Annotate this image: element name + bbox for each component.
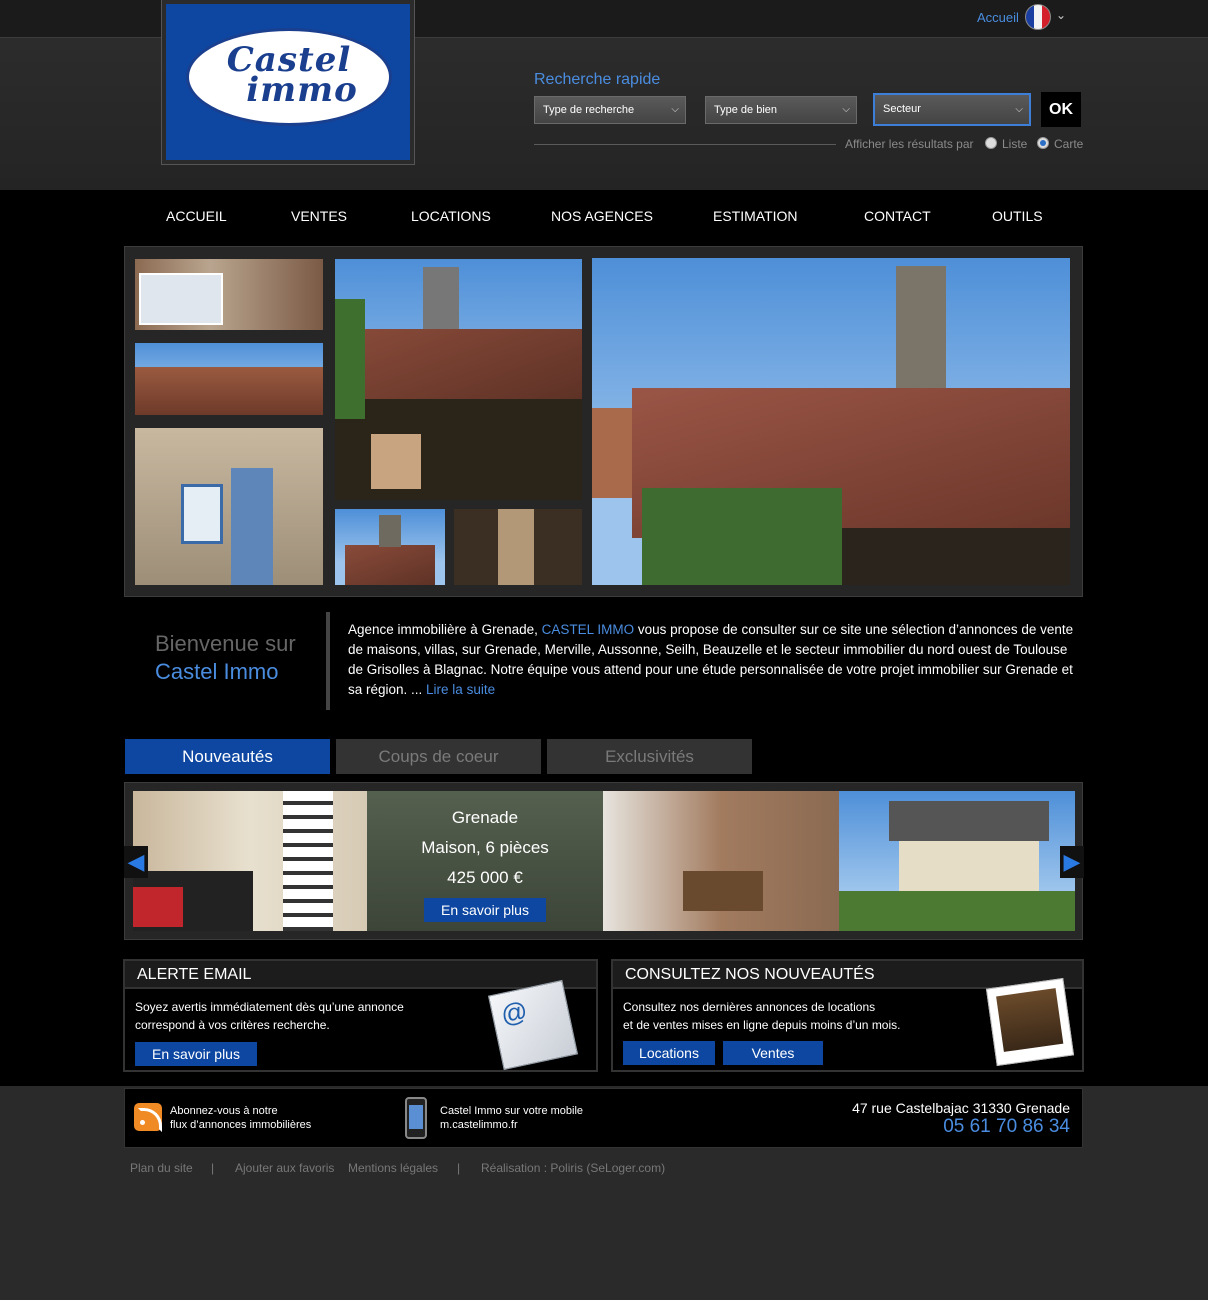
radio-list-label: Liste <box>1002 137 1028 151</box>
email-envelope-icon: @ <box>487 979 579 1071</box>
chevron-down-icon: ⌵ <box>842 104 850 115</box>
listing-photo-house[interactable] <box>839 791 1075 931</box>
type-recherche-value: Type de recherche <box>543 104 635 116</box>
secteur-value: Secteur <box>883 103 921 115</box>
accueil-link[interactable]: Accueil <box>977 10 1019 25</box>
secteur-select[interactable]: Secteur ⌵ <box>873 93 1031 126</box>
welcome-brand-link[interactable]: CASTEL IMMO <box>542 622 635 637</box>
welcome-separator <box>326 612 330 710</box>
featured-more-button[interactable]: En savoir plus <box>424 898 546 922</box>
alert-email-text-line1: Soyez avertis immédiatement dès qu’une a… <box>135 1000 404 1014</box>
logo-text: Castel immo <box>189 43 389 107</box>
nav-nos-agences[interactable]: NOS AGENCES <box>551 190 653 243</box>
chevron-down-icon[interactable]: ⌄ <box>1056 8 1066 22</box>
logo-oval: Castel immo <box>186 28 392 126</box>
welcome-line1: Bienvenue sur <box>155 631 296 656</box>
nav-ventes[interactable]: VENTES <box>291 190 347 243</box>
logo[interactable]: Castel immo <box>162 0 414 164</box>
photo-stack-icon <box>985 977 1075 1067</box>
gallery-photo-pillar[interactable] <box>454 509 582 585</box>
alert-email-text-line2: correspond à vos critères recherche. <box>135 1018 330 1032</box>
welcome-text-start: Agence immobilière à Grenade, <box>348 622 542 637</box>
featured-price: 425 000 € <box>447 868 523 887</box>
rss-text-line2: flux d’annonces immobilières <box>170 1119 312 1131</box>
nav-contact[interactable]: CONTACT <box>864 190 931 243</box>
link-mentions-legales[interactable]: Mentions légales <box>348 1161 438 1175</box>
link-separator: | <box>211 1161 215 1175</box>
welcome-text: Agence immobilière à Grenade, CASTEL IMM… <box>348 620 1083 700</box>
gallery-photo-agency-front[interactable] <box>135 428 323 585</box>
gallery-photo-agency-window[interactable] <box>135 259 323 330</box>
alert-email-title: ALERTE EMAIL <box>125 961 596 989</box>
tab-nouveautes[interactable]: Nouveautés <box>125 739 330 774</box>
tab-coups-de-coeur[interactable]: Coups de coeur <box>336 739 541 774</box>
type-recherche-select[interactable]: Type de recherche ⌵ <box>534 96 686 124</box>
tab-exclusivites[interactable]: Exclusivités <box>547 739 752 774</box>
carousel-prev-icon[interactable]: ◀ <box>124 846 148 878</box>
gallery-photo-main-hall[interactable] <box>592 258 1070 585</box>
ventes-button[interactable]: Ventes <box>723 1041 823 1065</box>
news-box-text-line2: et de ventes mises en ligne depuis moins… <box>623 1018 901 1032</box>
footer-address: 47 rue Castelbajac 31330 Grenade <box>852 1100 1070 1116</box>
radio-list[interactable] <box>985 137 997 149</box>
gallery-photo-rooftops[interactable] <box>135 343 323 415</box>
radio-map[interactable] <box>1037 137 1049 149</box>
link-separator: | <box>457 1161 461 1175</box>
type-bien-value: Type de bien <box>714 104 777 116</box>
nav-outils[interactable]: OUTILS <box>992 190 1043 243</box>
news-box-text-line1: Consultez nos dernières annonces de loca… <box>623 1000 876 1014</box>
chevron-down-icon: ⌵ <box>671 104 679 115</box>
alert-email-box: ALERTE EMAIL Soyez avertis immédiatement… <box>123 959 598 1072</box>
mobile-url: m.castelimmo.fr <box>440 1119 518 1131</box>
rss-text[interactable]: Abonnez-vous à notre flux d’annonces imm… <box>170 1104 311 1132</box>
link-realisation[interactable]: Réalisation : Poliris (SeLoger.com) <box>481 1161 665 1175</box>
gallery-photo-market-hall[interactable] <box>335 259 582 500</box>
featured-type: Maison, 6 pièces <box>421 838 549 857</box>
nav-locations[interactable]: LOCATIONS <box>411 190 491 243</box>
search-ok-button[interactable]: OK <box>1041 92 1081 127</box>
mobile-text[interactable]: Castel Immo sur votre mobile m.castelimm… <box>440 1104 583 1132</box>
type-bien-select[interactable]: Type de bien ⌵ <box>705 96 857 124</box>
nav-estimation[interactable]: ESTIMATION <box>713 190 798 243</box>
display-results-label: Afficher les résultats par <box>845 137 974 151</box>
chevron-down-icon: ⌵ <box>1015 104 1023 115</box>
rss-text-line1: Abonnez-vous à notre <box>170 1105 278 1117</box>
welcome-line2: Castel Immo <box>155 659 279 684</box>
footer-phone[interactable]: 05 61 70 86 34 <box>800 1116 1070 1138</box>
radio-map-label: Carte <box>1054 137 1084 151</box>
divider <box>534 144 836 145</box>
link-ajouter-favoris[interactable]: Ajouter aux favoris <box>235 1161 334 1175</box>
france-flag-icon[interactable] <box>1025 4 1051 30</box>
news-box: CONSULTEZ NOS NOUVEAUTÉS Consultez nos d… <box>611 959 1084 1072</box>
alert-email-text: Soyez avertis immédiatement dès qu’une a… <box>135 998 404 1034</box>
alert-email-button[interactable]: En savoir plus <box>135 1042 257 1066</box>
rss-icon[interactable] <box>134 1103 162 1132</box>
listing-photo-living-room[interactable] <box>133 791 367 931</box>
gallery-photo-tower[interactable] <box>335 509 445 585</box>
featured-city: Grenade <box>451 808 519 827</box>
nav-accueil[interactable]: ACCUEIL <box>166 190 227 243</box>
mobile-text-line1: Castel Immo sur votre mobile <box>440 1105 584 1117</box>
mobile-phone-icon[interactable] <box>405 1097 427 1139</box>
read-more-link[interactable]: Lire la suite <box>426 682 495 697</box>
locations-button[interactable]: Locations <box>623 1041 715 1065</box>
main-nav: ACCUEIL VENTES LOCATIONS NOS AGENCES EST… <box>0 190 1208 243</box>
carousel-next-icon[interactable]: ▶ <box>1060 846 1084 878</box>
link-plan-du-site[interactable]: Plan du site <box>130 1161 193 1175</box>
news-box-text: Consultez nos dernières annonces de loca… <box>623 998 900 1034</box>
listing-photo-dining-room[interactable] <box>603 791 839 931</box>
search-title: Recherche rapide <box>534 71 661 88</box>
